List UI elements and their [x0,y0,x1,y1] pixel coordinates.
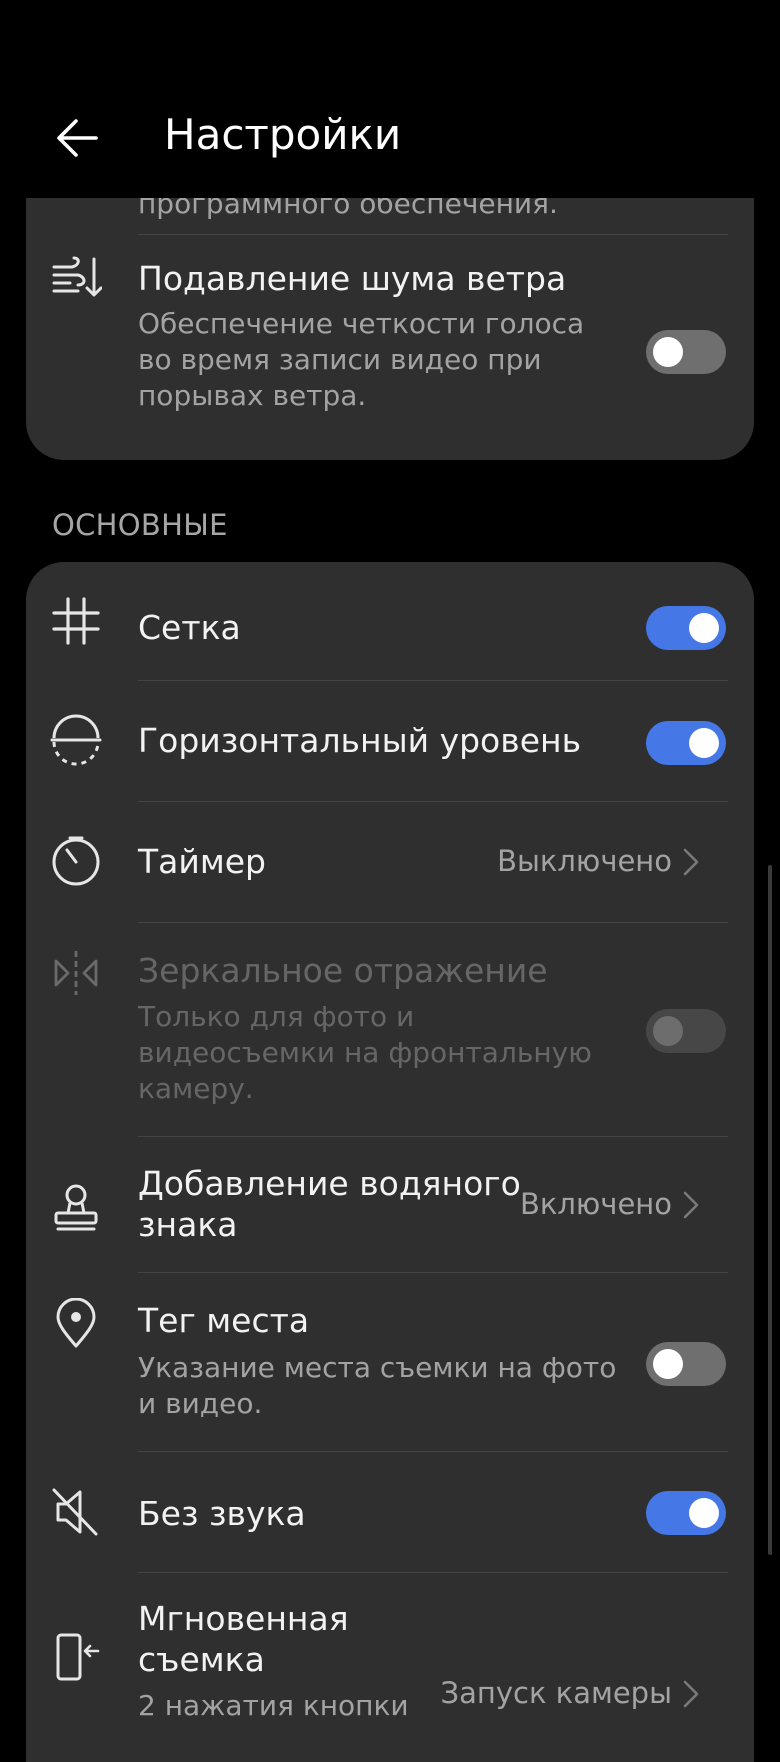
row-mirror: Зеркальное отражение Только для фото и в… [26,923,754,1136]
chevron-right-icon [683,1191,699,1219]
section-title: ОСНОВНЫЕ [52,508,228,542]
mirror-icon [50,947,102,999]
location-pin-icon [50,1298,102,1350]
row-location-tag[interactable]: Тег места Указание места съемки на фото … [26,1273,754,1451]
wind-noise-toggle[interactable] [646,330,726,374]
page-title: Настройки [164,110,402,159]
row-subtitle-line: во время записи видео при [138,343,542,376]
row-subtitle-line: Обеспечение четкости голоса [138,307,585,340]
row-title: Тег места [138,1301,310,1340]
app-header: Настройки [0,0,780,198]
phone-press-icon [50,1631,102,1683]
back-arrow-icon [57,119,98,157]
mute-toggle[interactable] [646,1491,726,1535]
row-subtitle-line: видеосъемки на фронтальную [138,1036,592,1069]
row-title-line: знака [138,1205,238,1244]
mirror-toggle [646,1009,726,1053]
row-subtitle-line: и видео. [138,1387,263,1420]
row-subtitle-line: Только для фото и [138,1000,415,1033]
row-title: Сетка [138,608,241,647]
mute-icon [50,1486,102,1538]
row-value: Запуск камеры [440,1676,672,1710]
scrollbar[interactable] [768,865,772,1555]
grid-icon [50,595,102,647]
row-title: Зеркальное отражение [138,951,548,990]
level-icon [50,714,102,766]
row-title: Без звука [138,1494,306,1533]
back-button[interactable] [52,112,104,164]
row-title: Горизонтальный уровень [138,721,582,760]
row-instant-snapshot[interactable]: Мгновенная съемка 2 нажатия кнопки Запус… [26,1573,754,1762]
row-value: Включено [519,1187,672,1221]
row-timer[interactable]: Таймер Выключено [26,802,754,922]
row-value: Выключено [497,844,672,878]
row-subtitle-line: камеру. [138,1072,254,1105]
row-wind-noise[interactable]: Подавление шума ветра Обеспечение четкос… [26,235,754,460]
row-subtitle: 2 нажатия кнопки [138,1689,409,1722]
chevron-right-icon [683,848,699,876]
row-title-line: съемка [138,1640,265,1679]
card-general: Сетка Горизонтальный уровень Таймер Выкл… [26,562,754,1762]
row-grid[interactable]: Сетка [26,562,754,680]
row-title: Подавление шума ветра [138,259,567,298]
timer-icon [50,836,102,888]
row-mute[interactable]: Без звука [26,1452,754,1572]
row-horizontal-level[interactable]: Горизонтальный уровень [26,681,754,801]
wind-icon [50,255,102,307]
level-toggle[interactable] [646,721,726,765]
grid-toggle[interactable] [646,606,726,650]
row-title-line: Добавление водяного [138,1164,521,1203]
row-title-line: Мгновенная [138,1599,349,1638]
row-subtitle-line: порывах ветра. [138,379,367,412]
row-title: Таймер [138,842,266,881]
location-toggle[interactable] [646,1342,726,1386]
row-subtitle-line: Указание места съемки на фото [138,1351,617,1384]
chevron-right-icon [683,1680,699,1708]
row-watermark[interactable]: Добавление водяного знака Включено [26,1137,754,1272]
stamp-icon [50,1181,102,1233]
